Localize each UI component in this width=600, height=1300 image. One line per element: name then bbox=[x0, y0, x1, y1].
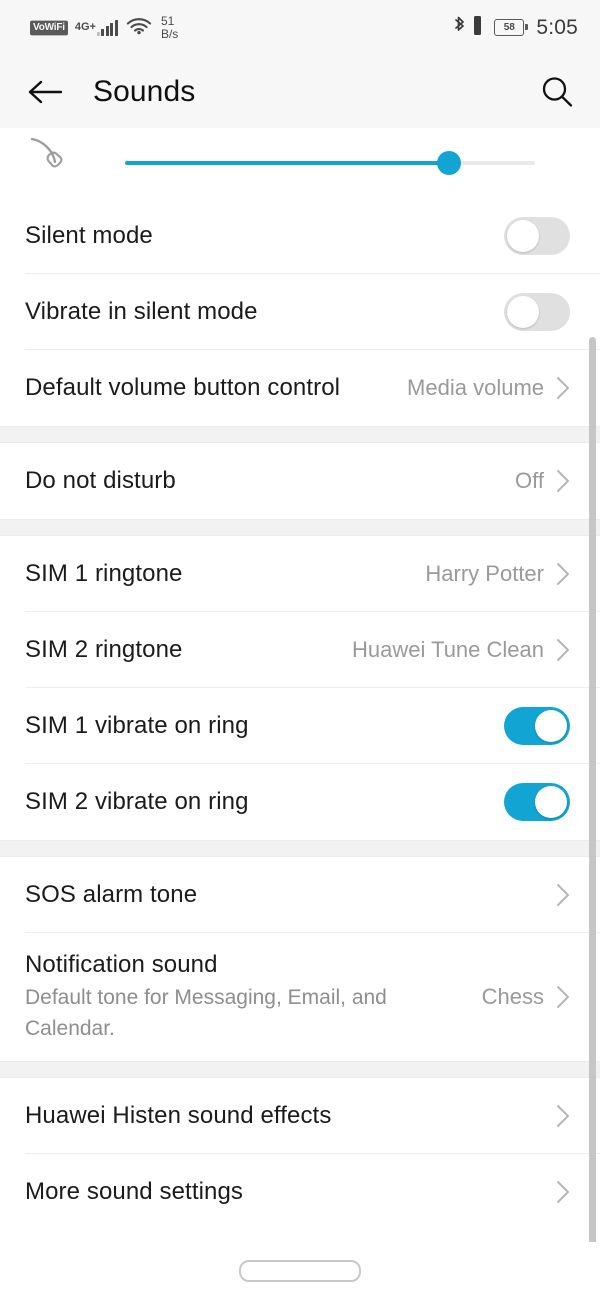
chevron-right-icon bbox=[557, 563, 569, 585]
settings-row[interactable]: Huawei Histen sound effects bbox=[0, 1078, 600, 1154]
settings-row[interactable]: SOS alarm tone bbox=[0, 857, 600, 933]
toggle-switch[interactable] bbox=[504, 783, 570, 821]
home-gesture-pill[interactable] bbox=[239, 1260, 361, 1282]
wifi-icon bbox=[126, 16, 152, 40]
bluetooth-icon bbox=[452, 15, 467, 41]
row-text-block: Vibrate in silent mode bbox=[25, 298, 504, 326]
settings-row[interactable]: Default volume button control Media volum… bbox=[0, 350, 600, 426]
row-text-block: Default volume button control bbox=[25, 374, 407, 402]
settings-row[interactable]: Silent mode bbox=[0, 198, 600, 274]
row-label: SIM 2 vibrate on ring bbox=[25, 788, 249, 815]
phone-screen: VoWiFi 4G+ 51 B/s 58 5:05 Sounds Silent … bbox=[0, 0, 600, 1300]
clock: 5:05 bbox=[536, 15, 578, 39]
settings-row[interactable]: SIM 1 ringtone Harry Potter bbox=[0, 536, 600, 612]
settings-row[interactable]: Notification sound Default tone for Messa… bbox=[0, 933, 600, 1061]
settings-row[interactable]: Vibrate in silent mode bbox=[0, 274, 600, 350]
chevron-right-icon bbox=[557, 377, 569, 399]
vibrate-icon bbox=[471, 15, 484, 41]
section-separator bbox=[0, 519, 600, 536]
row-value: Media volume bbox=[407, 375, 544, 400]
row-text-block: Silent mode bbox=[25, 222, 504, 250]
row-subtitle: Default tone for Messaging, Email, and C… bbox=[25, 985, 387, 1040]
settings-row[interactable]: Do not disturb Off bbox=[0, 443, 600, 519]
network-speed-unit: B/s bbox=[160, 26, 179, 41]
section-separator bbox=[0, 1061, 600, 1078]
settings-row[interactable]: More sound settings bbox=[0, 1154, 600, 1230]
chevron-right-icon bbox=[557, 884, 569, 906]
row-label: SOS alarm tone bbox=[25, 881, 198, 908]
row-label: Notification sound bbox=[25, 950, 218, 978]
row-text-block: Notification sound Default tone for Messa… bbox=[25, 951, 482, 1044]
row-label: SIM 2 ringtone bbox=[25, 636, 183, 663]
app-bar: Sounds bbox=[0, 55, 600, 128]
ringtone-volume-slider[interactable] bbox=[125, 148, 535, 178]
row-text-block: SIM 1 ringtone bbox=[25, 560, 425, 588]
toggle-switch[interactable] bbox=[504, 707, 570, 745]
ringtone-volume-row[interactable] bbox=[0, 128, 600, 198]
toggle-knob bbox=[507, 296, 539, 328]
row-text-block: SOS alarm tone bbox=[25, 881, 556, 909]
slider-fill bbox=[125, 161, 449, 165]
settings-row[interactable]: SIM 2 ringtone Huawei Tune Clean bbox=[0, 612, 600, 688]
slider-thumb[interactable] bbox=[436, 151, 461, 175]
toggle-switch[interactable] bbox=[504, 293, 570, 331]
toggle-knob bbox=[535, 710, 567, 742]
scrollbar-thumb[interactable] bbox=[589, 337, 596, 1258]
chevron-right-icon bbox=[557, 1181, 569, 1203]
network-speed-value: 51 bbox=[160, 13, 175, 28]
row-label: Do not disturb bbox=[25, 467, 176, 494]
status-bar: VoWiFi 4G+ 51 B/s 58 5:05 bbox=[0, 0, 600, 55]
row-text-block: More sound settings bbox=[25, 1178, 556, 1206]
row-text-block: Huawei Histen sound effects bbox=[25, 1102, 556, 1130]
network-speed: 51 B/s bbox=[160, 13, 179, 41]
section-separator bbox=[0, 426, 600, 443]
status-bar-left: VoWiFi 4G+ 51 B/s bbox=[30, 13, 179, 41]
chevron-right-icon bbox=[557, 470, 569, 492]
row-label: Silent mode bbox=[25, 222, 153, 249]
row-label: Huawei Histen sound effects bbox=[25, 1102, 332, 1129]
back-arrow-icon[interactable] bbox=[28, 72, 68, 112]
battery-icon: 58 bbox=[494, 19, 529, 36]
vowifi-badge: VoWiFi bbox=[30, 20, 68, 35]
battery-percent: 58 bbox=[503, 21, 515, 33]
network-type-label: 4G+ bbox=[74, 20, 96, 33]
toggle-knob bbox=[507, 220, 539, 252]
search-icon[interactable] bbox=[534, 72, 574, 112]
section-separator bbox=[0, 840, 600, 857]
toggle-switch[interactable] bbox=[504, 217, 570, 255]
row-text-block: Do not disturb bbox=[25, 467, 515, 495]
chevron-right-icon bbox=[557, 1105, 569, 1127]
navigation-bar bbox=[0, 1242, 600, 1300]
row-text-block: SIM 2 ringtone bbox=[25, 636, 352, 664]
status-bar-right: 58 5:05 bbox=[452, 15, 578, 41]
row-value: Off bbox=[515, 468, 544, 493]
settings-list[interactable]: Silent mode Vibrate in silent mode Default… bbox=[0, 128, 600, 1230]
chevron-right-icon bbox=[557, 639, 569, 661]
row-text-block: SIM 2 vibrate on ring bbox=[25, 788, 504, 816]
chevron-right-icon bbox=[557, 986, 569, 1008]
row-label: SIM 1 vibrate on ring bbox=[25, 712, 249, 739]
row-label: Default volume button control bbox=[25, 374, 341, 401]
settings-row[interactable]: SIM 1 vibrate on ring bbox=[0, 688, 600, 764]
row-label: More sound settings bbox=[25, 1178, 244, 1205]
row-value: Huawei Tune Clean bbox=[351, 637, 544, 662]
row-value: Harry Potter bbox=[425, 561, 544, 586]
row-label: Vibrate in silent mode bbox=[25, 298, 258, 325]
toggle-knob bbox=[535, 786, 567, 818]
settings-row[interactable]: SIM 2 vibrate on ring bbox=[0, 764, 600, 840]
signal-bars-icon bbox=[96, 19, 118, 36]
row-label: SIM 1 ringtone bbox=[25, 560, 183, 587]
row-value: Chess bbox=[481, 984, 544, 1009]
page-title: Sounds bbox=[93, 74, 196, 108]
row-text-block: SIM 1 vibrate on ring bbox=[25, 712, 504, 740]
phone-handset-icon bbox=[25, 133, 71, 178]
